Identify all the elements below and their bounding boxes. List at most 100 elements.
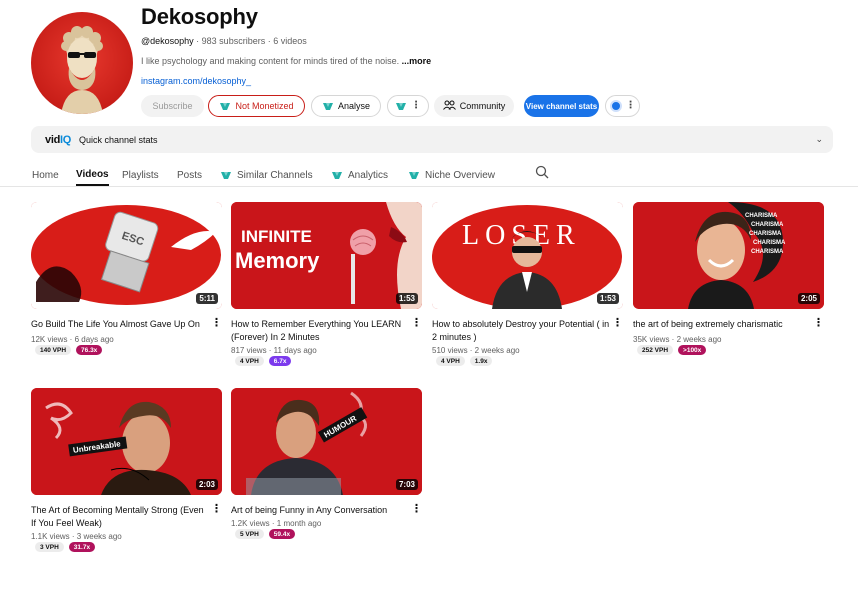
- vidiq-logo: vidIQ: [45, 133, 72, 146]
- tab-niche-overview[interactable]: Niche Overview: [408, 164, 495, 186]
- vidiq-icon: [219, 102, 231, 111]
- svg-text:Memory: Memory: [235, 248, 320, 273]
- vph-badge: 4 VPH: [235, 356, 264, 366]
- vph-badge: 5 VPH: [235, 529, 264, 539]
- quick-stats-label: Quick channel stats: [79, 134, 158, 145]
- video-card[interactable]: HUMOUR 7:03 Art of being Funny in Any Co…: [231, 388, 422, 539]
- video-card[interactable]: LOSER 1:53 How to absolutely Destroy you…: [432, 202, 623, 366]
- video-thumbnail[interactable]: LOSER 1:53: [432, 202, 623, 309]
- vidiq-badges: 4 VPH 1.9x: [436, 356, 493, 366]
- video-title[interactable]: Art of being Funny in Any Conversation: [231, 504, 409, 517]
- more-vert-icon: ⋮: [411, 100, 421, 111]
- svg-text:CHARISMA: CHARISMA: [745, 213, 778, 219]
- video-thumbnail[interactable]: CHARISMA CHARISMA CHARISMA CHARISMA CHAR…: [633, 202, 824, 309]
- subscribe-button[interactable]: Subscribe: [141, 95, 204, 117]
- duration-badge: 2:05: [797, 293, 820, 304]
- more-vert-icon[interactable]: ⋮: [211, 504, 222, 515]
- video-meta: 817 views · 11 days ago: [231, 346, 317, 355]
- svg-text:INFINITE: INFINITE: [241, 227, 312, 246]
- duration-badge: 1:53: [395, 293, 418, 304]
- channel-name: Dekosophy: [141, 4, 258, 29]
- vidiq-quick-stats-bar[interactable]: vidIQ Quick channel stats ⌄: [31, 126, 833, 153]
- svg-text:CHARISMA: CHARISMA: [749, 231, 782, 237]
- video-title[interactable]: How to Remember Everything You LEARN (Fo…: [231, 318, 409, 344]
- community-button[interactable]: Community: [434, 95, 514, 117]
- tab-playlists[interactable]: Playlists: [122, 164, 159, 186]
- extension-icon: [609, 100, 622, 112]
- multiplier-badge: 6.7x: [268, 356, 292, 366]
- svg-text:CHARISMA: CHARISMA: [751, 222, 784, 228]
- channel-description[interactable]: I like psychology and making content for…: [141, 56, 431, 66]
- multiplier-badge: 76.3x: [76, 345, 103, 355]
- svg-text:CHARISMA: CHARISMA: [753, 240, 786, 246]
- tab-posts[interactable]: Posts: [177, 164, 202, 186]
- vidiq-icon: [408, 171, 420, 180]
- more-vert-icon[interactable]: ⋮: [211, 318, 222, 329]
- video-title[interactable]: The Art of Becoming Mentally Strong (Eve…: [31, 504, 209, 530]
- video-title[interactable]: How to absolutely Destroy your Potential…: [432, 318, 610, 344]
- view-channel-stats-button[interactable]: View channel stats: [524, 95, 599, 117]
- vidiq-icon: [220, 171, 232, 180]
- analyse-label: Analyse: [337, 101, 371, 111]
- channel-tabs: Home Videos Playlists Posts Similar Chan…: [31, 164, 858, 188]
- video-meta: 12K views · 6 days ago: [31, 335, 114, 344]
- vidiq-badges: 4 VPH 6.7x: [235, 356, 292, 366]
- tab-similar-channels[interactable]: Similar Channels: [220, 164, 313, 186]
- channel-meta: @dekosophy · 983 subscribers · 6 videos: [141, 36, 307, 46]
- community-label: Community: [459, 101, 506, 111]
- video-meta: 35K views · 2 weeks ago: [633, 335, 722, 344]
- video-thumbnail[interactable]: ESC 5:11: [31, 202, 222, 309]
- duration-badge: 5:11: [196, 293, 218, 304]
- video-title[interactable]: Go Build The Life You Almost Gave Up On: [31, 318, 209, 331]
- duration-badge: 1:53: [596, 293, 619, 304]
- chevron-down-icon[interactable]: ⌄: [815, 134, 823, 145]
- svg-text:CHARISMA: CHARISMA: [751, 249, 784, 255]
- more-vert-icon: ⋮: [625, 100, 636, 111]
- video-thumbnail[interactable]: HUMOUR 7:03: [231, 388, 422, 495]
- vidiq-badges: 5 VPH 59.4x: [235, 529, 296, 539]
- extension-menu-button[interactable]: ⋮: [605, 95, 640, 117]
- video-thumbnail[interactable]: INFINITE Memory 1:53: [231, 202, 422, 309]
- analyse-button[interactable]: Analyse: [311, 95, 381, 117]
- people-icon: [442, 100, 456, 112]
- video-card[interactable]: INFINITE Memory 1:53 How to Remember Eve…: [231, 202, 422, 366]
- video-thumbnail[interactable]: Unbreakable 2:03: [31, 388, 222, 495]
- video-title[interactable]: the art of being extremely charismatic: [633, 318, 811, 331]
- description-text: I like psychology and making content for…: [141, 56, 402, 66]
- multiplier-badge: 31.7x: [68, 542, 96, 552]
- more-vert-icon[interactable]: ⋮: [612, 318, 623, 329]
- multiplier-badge: 59.4x: [268, 529, 296, 539]
- vidiq-menu-button[interactable]: ⋮: [387, 95, 429, 117]
- duration-badge: 7:03: [395, 479, 418, 490]
- vidiq-icon: [322, 102, 334, 111]
- tab-home[interactable]: Home: [32, 164, 59, 186]
- more-vert-icon[interactable]: ⋮: [411, 318, 422, 329]
- description-more-link[interactable]: ...more: [402, 56, 432, 66]
- channel-avatar[interactable]: [31, 12, 133, 114]
- video-meta: 1.2K views · 1 month ago: [231, 519, 322, 528]
- tab-videos[interactable]: Videos: [76, 164, 109, 186]
- not-monetized-label: Not Monetized: [235, 101, 294, 111]
- video-card[interactable]: ESC 5:11 Go Build The Life You Almost Ga…: [31, 202, 222, 355]
- vidiq-icon: [331, 171, 343, 180]
- vph-badge: 4 VPH: [436, 356, 465, 366]
- vph-badge: 252 VPH: [637, 345, 674, 355]
- multiplier-badge: >100x: [678, 345, 707, 355]
- tab-analytics[interactable]: Analytics: [331, 164, 388, 186]
- search-icon[interactable]: [535, 165, 549, 179]
- more-vert-icon[interactable]: ⋮: [813, 318, 824, 329]
- vidiq-badges: 140 VPH 76.3x: [35, 345, 103, 355]
- video-meta: 510 views · 2 weeks ago: [432, 346, 520, 355]
- vidiq-badges: 252 VPH >100x: [637, 345, 707, 355]
- not-monetized-button[interactable]: Not Monetized: [208, 95, 305, 117]
- vidiq-icon: [395, 102, 407, 111]
- video-card[interactable]: CHARISMA CHARISMA CHARISMA CHARISMA CHAR…: [633, 202, 824, 355]
- more-vert-icon[interactable]: ⋮: [411, 504, 422, 515]
- channel-link[interactable]: instagram.com/dekosophy_: [141, 76, 251, 86]
- video-card[interactable]: Unbreakable 2:03 The Art of Becoming Men…: [31, 388, 222, 552]
- multiplier-badge: 1.9x: [469, 356, 493, 366]
- vph-badge: 3 VPH: [35, 542, 64, 552]
- vidiq-badges: 3 VPH 31.7x: [35, 542, 96, 552]
- channel-handle: @dekosophy: [141, 36, 194, 46]
- tabs-divider: [0, 186, 858, 187]
